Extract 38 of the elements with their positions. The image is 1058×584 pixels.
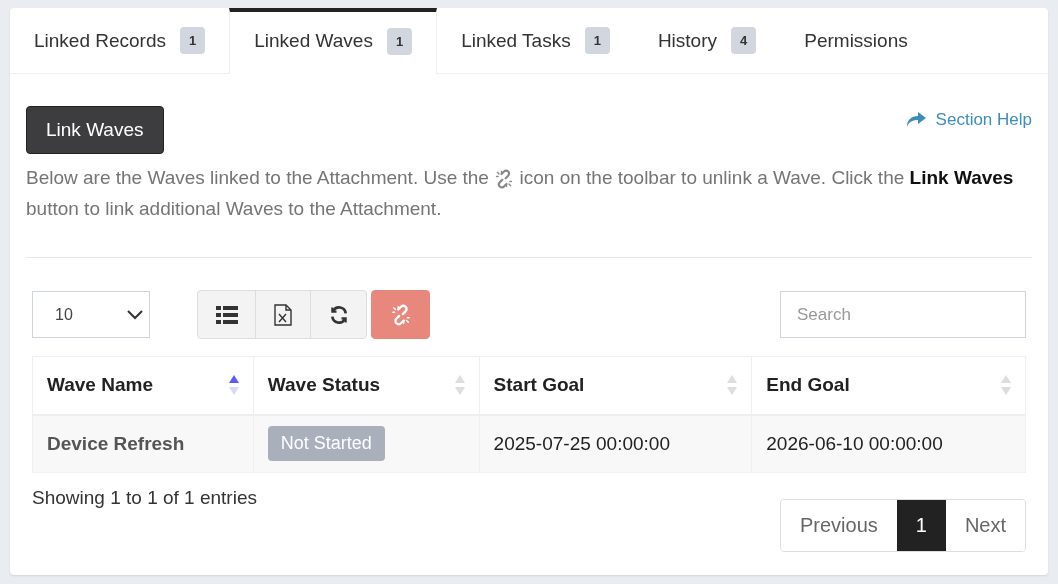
count-badge: 1 (386, 27, 413, 55)
count-badge: 1 (584, 27, 610, 54)
entries-info: Showing 1 to 1 of 1 entries (32, 487, 257, 509)
table-cell: Device Refresh (32, 414, 254, 473)
page-size-select[interactable]: 10 (32, 291, 150, 338)
search-field[interactable]: Search (780, 291, 1026, 338)
tab[interactable]: Linked Records 1 (10, 8, 230, 73)
pagination-button[interactable]: 1 (896, 500, 946, 551)
chevron-down-icon (127, 309, 143, 320)
column-header-text: Wave Status (267, 374, 381, 397)
excel-file-icon (274, 303, 292, 326)
tab[interactable]: Linked Waves 1 (229, 8, 438, 74)
unlink-icon (494, 169, 515, 189)
description-text: Below are the Waves linked to the Attachment. Use the icon on the toolbar to unlink a Wave. Click the Link Waves button to link additional Waves to the Attachment. (26, 166, 1015, 221)
count-badge: 4 (731, 27, 757, 54)
count-badge: 1 (180, 27, 206, 54)
list-icon (215, 305, 238, 324)
table-cell: 2026-06-10 00:00:00 (751, 414, 1026, 473)
column-header[interactable]: Start Goal (479, 356, 752, 415)
tab[interactable]: Linked Tasks 1 (437, 8, 634, 73)
refresh-button[interactable] (310, 290, 367, 339)
tab[interactable]: Permissions (780, 8, 932, 73)
column-header[interactable]: Wave Name (32, 356, 254, 415)
column-header-text: Wave Name (47, 374, 153, 397)
column-header[interactable]: Wave Status (253, 356, 480, 415)
columns-button[interactable] (197, 290, 256, 339)
unlink-icon (389, 303, 412, 326)
column-header-text: End Goal (766, 374, 850, 397)
column-header-text: Start Goal (493, 374, 585, 397)
table-cell: 2025-07-25 00:00:00 (479, 414, 752, 473)
export-button[interactable] (255, 290, 311, 339)
share-arrow-icon (905, 112, 926, 128)
status-badge: Not Started (267, 426, 385, 462)
tab[interactable]: History 4 (633, 8, 781, 73)
column-header[interactable]: End Goal (751, 356, 1026, 415)
refresh-icon (328, 304, 349, 325)
section-help-link[interactable]: Section Help (905, 110, 1032, 130)
link-waves-button[interactable]: Link Waves (26, 106, 164, 154)
